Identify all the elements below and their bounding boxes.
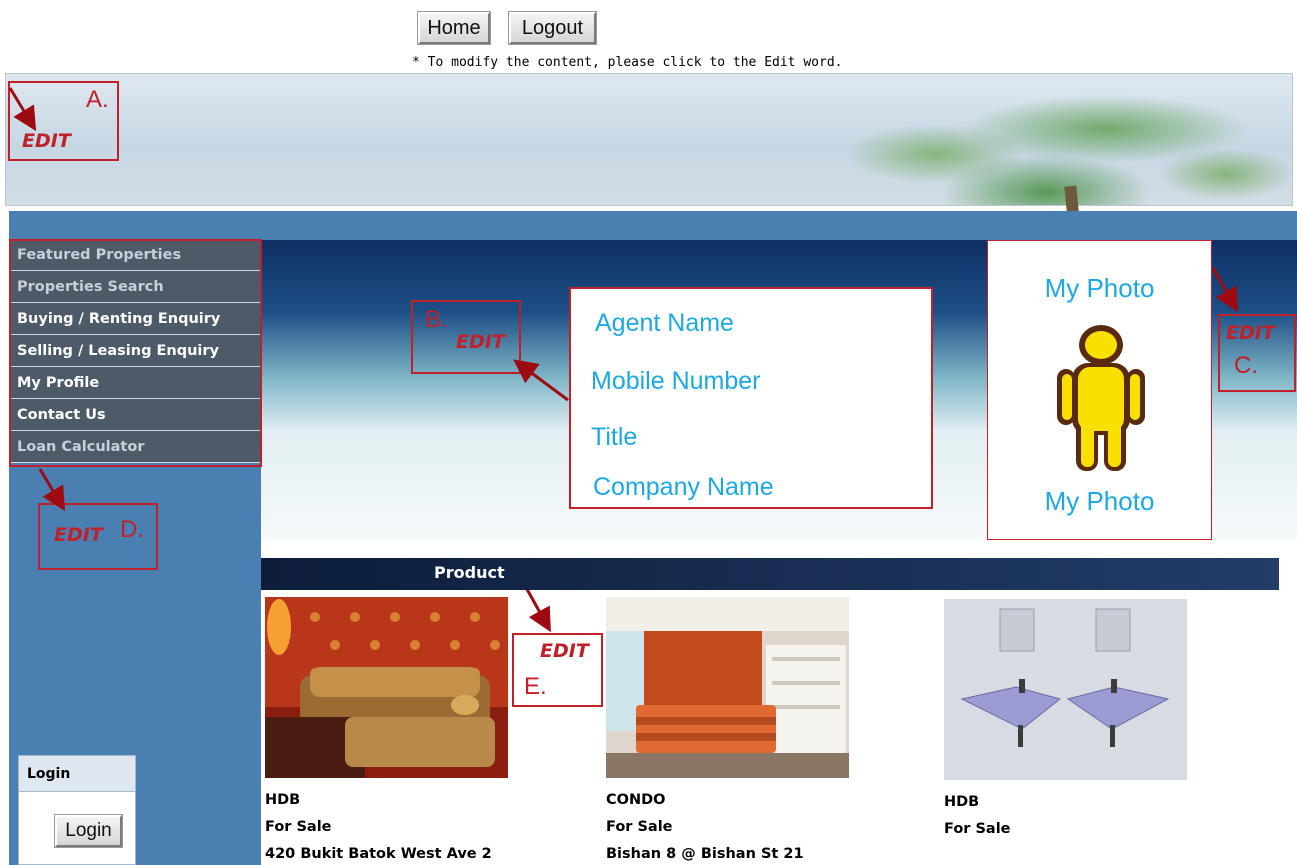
login-panel: Login Login <box>18 755 136 865</box>
arrow-a-icon <box>8 87 37 132</box>
annotation-letter-c: C. <box>1234 352 1258 379</box>
product-3-photo[interactable] <box>944 599 1187 780</box>
edit-link-c[interactable]: EDIT <box>1226 322 1275 344</box>
annotation-letter-a: A. <box>86 86 109 113</box>
edit-link-b[interactable]: EDIT <box>456 331 505 353</box>
edit-link-d[interactable]: EDIT <box>54 524 103 546</box>
login-panel-header: Login <box>19 756 135 792</box>
product-3-status: For Sale <box>944 821 1011 837</box>
product-3-type: HDB <box>944 794 980 810</box>
product-header-bar <box>261 558 1279 590</box>
edit-link-e[interactable]: EDIT <box>540 640 589 662</box>
login-button[interactable]: Login <box>54 814 123 848</box>
product-1-photo[interactable] <box>265 597 508 778</box>
arrow-c-icon <box>1211 267 1238 313</box>
annotation-letter-b: B. <box>425 306 448 333</box>
product-2-type: CONDO <box>606 792 666 808</box>
product-section-title: Product <box>434 563 505 582</box>
arrow-b-icon <box>513 359 569 402</box>
product-1-status: For Sale <box>265 819 332 835</box>
product-1-address[interactable]: 420 Bukit Batok West Ave 2 <box>265 841 492 865</box>
arrow-d-icon <box>38 468 66 512</box>
product-2-details: CONDO For Sale Bishan 8 @ Bishan St 21 <box>606 787 804 865</box>
product-2-status: For Sale <box>606 819 673 835</box>
product-1-type: HDB <box>265 792 301 808</box>
product-1-details: HDB For Sale 420 Bukit Batok West Ave 2 <box>265 787 492 865</box>
edit-link-a[interactable]: EDIT <box>22 130 71 152</box>
product-2-photo[interactable] <box>606 597 849 778</box>
product-3-details: HDB For Sale <box>944 789 1011 843</box>
annotation-letter-e: E. <box>524 673 547 700</box>
product-2-address[interactable]: Bishan 8 @ Bishan St 21 <box>606 841 804 865</box>
annotation-letter-d: D. <box>120 516 144 543</box>
